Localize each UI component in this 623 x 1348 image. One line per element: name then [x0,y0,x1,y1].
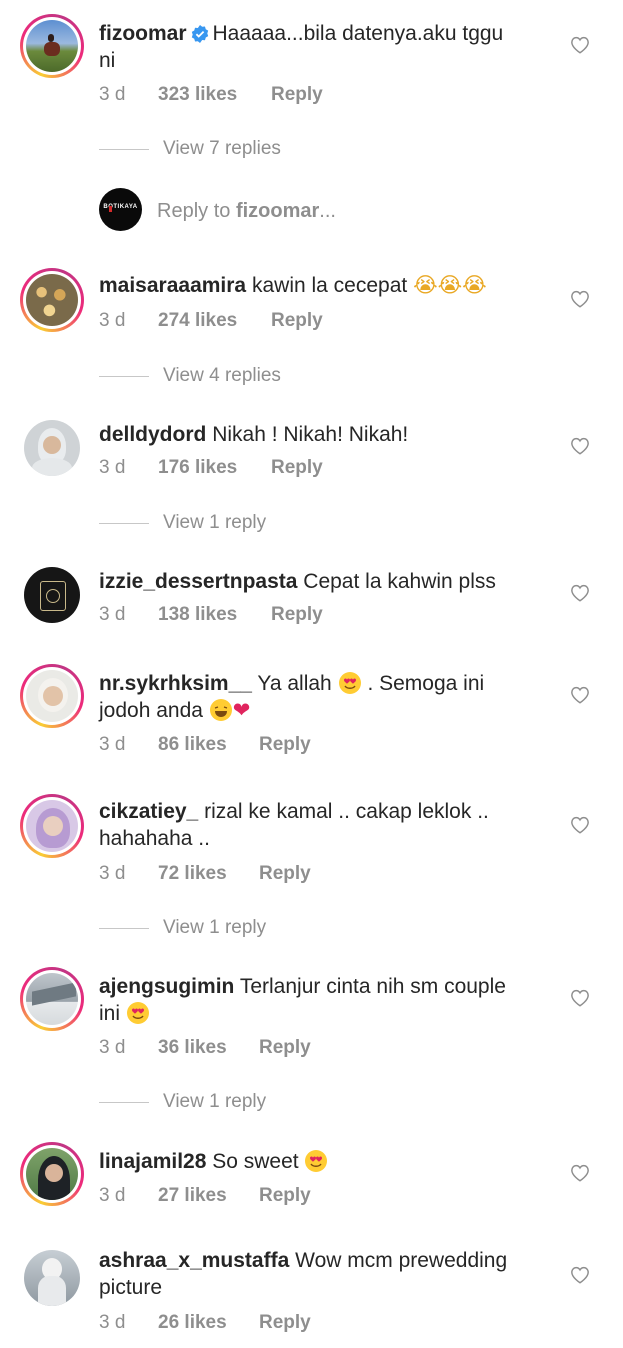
comment-username[interactable]: nr.sykrhksim__ [99,672,252,695]
comment-time: 3 d [99,84,126,105]
avatar[interactable] [20,664,84,728]
comment-username[interactable]: cikzatiey_ [99,800,198,823]
avatar[interactable] [20,268,84,332]
comment-text: ajengsugimin Terlanjur cinta nih sm coup… [99,975,506,1025]
comment-text: fizoomar Haaaaa...bila datenya.aku tggu ni [99,22,504,72]
like-count[interactable]: 72 likes [158,863,227,885]
reply-button[interactable]: Reply [271,604,323,626]
reply-button[interactable]: Reply [259,1185,311,1207]
heart-eyes-emoji [126,1002,149,1024]
comment-text: ashraa_x_mustaffa Wow mcm prewedding pic… [99,1249,508,1299]
verified-badge-icon [191,25,208,43]
heart-icon[interactable] [570,816,590,834]
like-count[interactable]: 86 likes [158,734,227,756]
heart-icon[interactable] [570,686,590,704]
red-heart-emoji: ❤ [232,698,251,722]
avatar[interactable] [24,1250,80,1306]
comment-username[interactable]: izzie_dessertnpasta [99,570,297,593]
comment-text: maisaraaamira kawin la cecepat 😭😭😭 [99,273,487,297]
like-count[interactable]: 138 likes [158,604,237,626]
like-count[interactable]: 274 likes [158,310,237,332]
heart-icon[interactable] [570,584,590,602]
heart-eyes-emoji [305,1150,328,1172]
divider [99,523,149,524]
reply-button[interactable]: Reply [259,734,311,756]
heart-icon[interactable] [570,1266,590,1284]
heart-icon[interactable] [570,36,590,54]
comment-username[interactable]: maisaraaamira [99,274,246,297]
comment-username[interactable]: fizoomar [99,22,187,45]
laughing-emoji [209,699,232,721]
divider [99,928,149,929]
reply-button[interactable]: Reply [271,310,323,332]
heart-icon[interactable] [570,1164,590,1182]
like-count[interactable]: 176 likes [158,457,237,479]
comment-text: cikzatiey_ rizal ke kamal .. cakap leklo… [99,800,489,850]
reply-input[interactable]: Reply to fizoomar... [157,200,336,223]
comment-username[interactable]: ajengsugimin [99,975,234,998]
heart-icon[interactable] [570,437,590,455]
like-count[interactable]: 27 likes [158,1185,227,1207]
like-count[interactable]: 323 likes [158,84,237,106]
comment-username[interactable]: ashraa_x_mustaffa [99,1249,289,1272]
avatar-logo-text: BOTIKAYA [103,204,138,210]
avatar[interactable] [20,967,84,1031]
comment-text: nr.sykrhksim__ Ya allah . Semoga ini jod… [99,672,485,722]
crying-emoji: 😭😭😭 [413,273,487,297]
reply-button[interactable]: Reply [259,1037,311,1059]
divider [99,376,149,377]
reply-button[interactable]: Reply [271,457,323,479]
reply-button[interactable]: Reply [259,1312,311,1334]
comment-text: linajamil28 So sweet [99,1148,554,1175]
avatar[interactable] [24,420,80,476]
avatar[interactable] [20,1142,84,1206]
avatar[interactable] [24,567,80,623]
avatar[interactable] [20,14,84,78]
divider [99,149,149,150]
like-count[interactable]: 36 likes [158,1037,227,1059]
comment-username[interactable]: delldydord [99,423,206,446]
comment-username[interactable]: linajamil28 [99,1150,206,1173]
like-count[interactable]: 26 likes [158,1312,227,1334]
comment-text: delldydord Nikah ! Nikah! Nikah! [99,423,409,446]
heart-eyes-emoji [338,672,361,694]
comment-text: izzie_dessertnpasta Cepat la kahwin plss [99,570,496,593]
reply-button[interactable]: Reply [259,863,311,885]
own-avatar: BOTIKAYA [99,188,142,231]
heart-icon[interactable] [570,290,590,308]
reply-button[interactable]: Reply [271,84,323,106]
avatar[interactable] [20,794,84,858]
heart-icon[interactable] [570,989,590,1007]
divider [99,1102,149,1103]
